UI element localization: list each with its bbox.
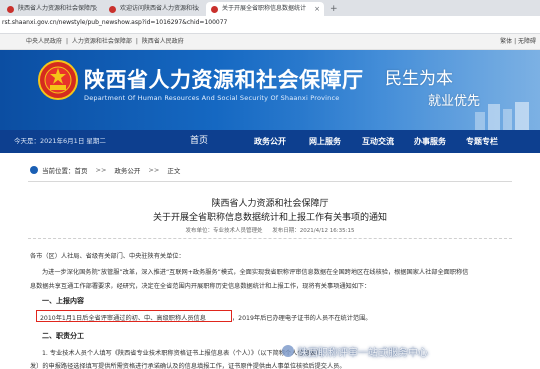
paragraph-line: 为进一步深化国务院“放管服”改革，深入推进“互联网+政务服务”模式，全面实现我省…	[42, 269, 469, 276]
tab-label: 陕西省人力资源和社会保障厅	[18, 5, 97, 12]
slogan-primary: 民生为本	[385, 69, 453, 89]
highlight-box	[36, 310, 232, 322]
building-illustration	[475, 102, 529, 130]
wechat-logo-icon	[282, 345, 294, 357]
top-links-bar: 中央人民政府 | 人力资源和社会保障部 | 陕西省人民政府 繁体 | 无障碍	[0, 34, 540, 50]
article-title-org: 陕西省人力资源和社会保障厅	[211, 199, 329, 209]
browser-tab[interactable]: 陕西省人力资源和社会保障厅 ×	[2, 2, 102, 16]
link-mohrss[interactable]: 人力资源和社会保障部	[72, 38, 132, 45]
addressee: 各市（区）人社局、省级有关部门、中央驻陕有关单位：	[30, 253, 185, 260]
article-date: 发布日期：2021/4/12 16:35:15	[272, 228, 355, 234]
breadcrumb-current: 正文	[167, 167, 181, 175]
nav-gov-affairs[interactable]: 政务公开	[254, 130, 286, 153]
article-source: 发布单位：专业技术人员管理处	[185, 228, 263, 234]
current-date: 今天是：2021年6月1日 星期二	[14, 137, 106, 145]
divider	[28, 238, 512, 239]
close-icon[interactable]: ×	[314, 2, 320, 16]
browser-tab-active[interactable]: 关于开展全省职称信息数据统计 ×	[206, 2, 324, 16]
breadcrumb-sep: >>	[148, 166, 160, 174]
nav-online-service[interactable]: 网上服务	[309, 130, 341, 153]
watermark: 陕西职称评审一站式服务中心	[282, 344, 428, 359]
link-central-gov[interactable]: 中央人民政府	[26, 38, 62, 45]
breadcrumb-gov-affairs[interactable]: 政务公开	[114, 165, 140, 175]
tab-label: 欢迎访问陕西省人力资源和社	[120, 5, 199, 12]
new-tab-button[interactable]: +	[326, 2, 338, 16]
nav-interaction[interactable]: 互动交流	[362, 130, 394, 153]
site-subtitle: Department Of Human Resources And Social…	[84, 94, 340, 102]
divider	[28, 181, 512, 182]
nav-home[interactable]: 首页	[190, 130, 208, 153]
section-heading: 一、上报内容	[42, 297, 84, 305]
section-heading: 二、职责分工	[42, 332, 84, 340]
nav-topics[interactable]: 专题专栏	[466, 130, 498, 153]
nav-services[interactable]: 办事服务	[414, 130, 446, 153]
breadcrumb-home[interactable]: 首页	[75, 165, 88, 175]
favicon-icon	[7, 6, 14, 13]
article-title: 关于开展全省职称信息数据统计和上报工作有关事项的通知	[152, 213, 387, 223]
breadcrumb-label: 当前位置：	[42, 167, 75, 175]
paragraph-line: ，2019年后已办理电子证书的人员不在统计范围。	[232, 315, 372, 322]
location-pin-icon	[30, 166, 38, 174]
address-bar[interactable]: rst.shaanxi.gov.cn/newstyle/pub_newshow.…	[0, 16, 540, 34]
close-icon[interactable]: ×	[92, 2, 98, 16]
close-icon[interactable]: ×	[194, 2, 200, 16]
favicon-icon	[211, 6, 218, 13]
top-right-links[interactable]: 繁体 | 无障碍	[500, 34, 536, 50]
watermark-text: 陕西职称评审一站式服务中心	[298, 347, 428, 359]
main-nav: 今天是：2021年6月1日 星期二 首页 政务公开 网上服务 互动交流 办事服务…	[0, 130, 540, 153]
article-meta: 发布单位：专业技术人员管理处 发布日期：2021/4/12 16:35:15	[0, 226, 540, 234]
link-shaanxi-gov[interactable]: 陕西省人民政府	[142, 38, 184, 45]
national-emblem-icon	[38, 60, 78, 100]
browser-tab[interactable]: 欢迎访问陕西省人力资源和社 ×	[104, 2, 204, 16]
breadcrumb: 当前位置： 首页 >> 政务公开 >> 正文	[30, 165, 180, 175]
favicon-icon	[109, 6, 116, 13]
paragraph-line: 息数据共享互通工作部署要求，经研究，决定在全省范围内开展职称历史信息数据统计和上…	[30, 283, 371, 290]
site-title: 陕西省人力资源和社会保障厅	[84, 68, 364, 92]
browser-tab-strip: 陕西省人力资源和社会保障厅 × 欢迎访问陕西省人力资源和社 × 关于开展全省职称信息…	[0, 0, 540, 16]
url-text[interactable]: rst.shaanxi.gov.cn/newstyle/pub_newshow.…	[2, 19, 227, 26]
slogan-secondary: 就业优先	[428, 94, 481, 109]
paragraph-line: 发）的申报路径选择填写提供所需资格进行承诺确认及的信息填报工作，证书原件提供由人…	[30, 363, 346, 369]
tab-label: 关于开展全省职称信息数据统计	[222, 5, 307, 12]
divider: |	[65, 38, 68, 45]
breadcrumb-sep: >>	[95, 166, 107, 174]
site-banner: 陕西省人力资源和社会保障厅 Department Of Human Resour…	[0, 50, 540, 130]
divider: |	[135, 38, 138, 45]
